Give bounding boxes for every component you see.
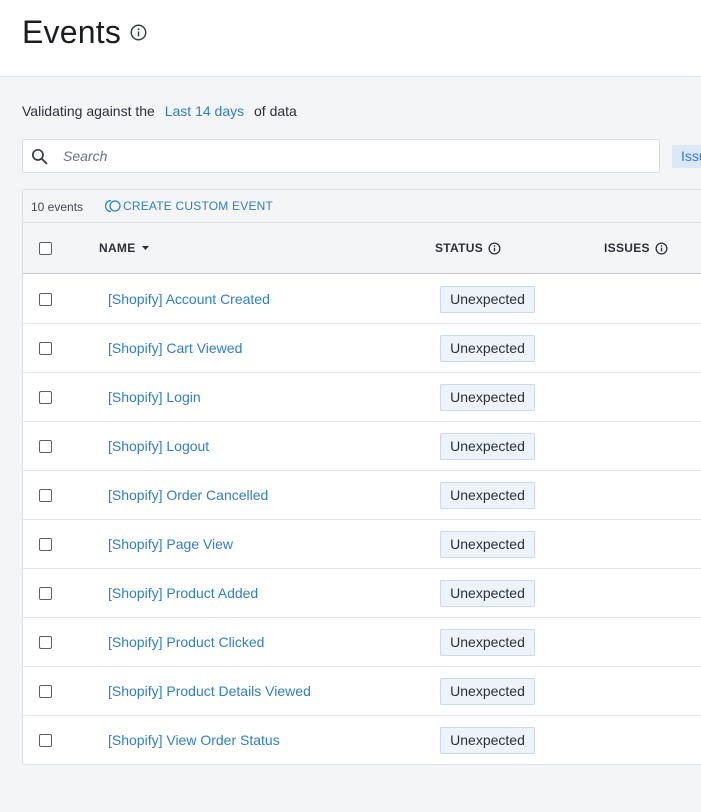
event-name-link[interactable]: [Shopify] Cart Viewed [108, 340, 242, 356]
select-all-checkbox[interactable] [39, 242, 52, 255]
event-name-link[interactable]: [Shopify] Account Created [108, 291, 270, 307]
table-row: [Shopify] Logout Unexpected [23, 422, 701, 471]
status-badge: Unexpected [440, 286, 535, 313]
status-badge: Unexpected [440, 580, 535, 607]
event-name-link[interactable]: [Shopify] Order Cancelled [108, 487, 268, 503]
event-name-link[interactable]: [Shopify] Product Details Viewed [108, 683, 311, 699]
table-header: NAME STATUS ISSUES [23, 223, 701, 274]
table-row: [Shopify] Product Added Unexpected [23, 569, 701, 618]
table-row: [Shopify] Login Unexpected [23, 373, 701, 422]
search-box[interactable] [22, 139, 660, 173]
page-title: Events [22, 14, 122, 50]
table-row: [Shopify] View Order Status Unexpected [23, 716, 701, 764]
search-input[interactable] [63, 140, 653, 172]
row-checkbox[interactable] [39, 734, 52, 747]
sort-down-icon [141, 246, 149, 250]
table-toolbar: 10 events CREATE CUSTOM EVENT [23, 190, 701, 223]
table-row: [Shopify] Product Details Viewed Unexpec… [23, 667, 701, 716]
table-row: [Shopify] Page View Unexpected [23, 520, 701, 569]
validation-prefix: Validating against the [22, 103, 155, 119]
table-row: [Shopify] Account Created Unexpected [23, 275, 701, 324]
event-name-link[interactable]: [Shopify] Page View [108, 536, 233, 552]
row-checkbox[interactable] [39, 685, 52, 698]
status-badge: Unexpected [440, 678, 535, 705]
event-count: 10 events [31, 200, 84, 214]
column-header-issues: ISSUES [604, 241, 668, 255]
date-range-link[interactable]: Last 14 days [165, 103, 244, 119]
row-checkbox[interactable] [39, 391, 52, 404]
validation-text: Validating against the Last 14 days of d… [22, 103, 297, 119]
table-row: [Shopify] Order Cancelled Unexpected [23, 471, 701, 520]
row-checkbox[interactable] [39, 587, 52, 600]
info-icon[interactable] [488, 241, 501, 255]
column-name-label: NAME [99, 241, 136, 255]
column-header-status: STATUS [435, 241, 501, 255]
status-badge: Unexpected [440, 727, 535, 754]
main-content: Validating against the Last 14 days of d… [0, 77, 701, 812]
row-checkbox[interactable] [39, 538, 52, 551]
row-checkbox[interactable] [39, 440, 52, 453]
row-checkbox[interactable] [39, 342, 52, 355]
status-badge: Unexpected [440, 335, 535, 362]
page-header: Events [0, 0, 701, 77]
status-badge: Unexpected [440, 482, 535, 509]
table-row: [Shopify] Cart Viewed Unexpected [23, 324, 701, 373]
row-checkbox[interactable] [39, 293, 52, 306]
status-badge: Unexpected [440, 531, 535, 558]
row-checkbox[interactable] [39, 636, 52, 649]
column-status-label: STATUS [435, 241, 484, 255]
row-checkbox[interactable] [39, 489, 52, 502]
event-name-link[interactable]: [Shopify] Login [108, 389, 201, 405]
create-custom-event-label: CREATE CUSTOM EVENT [123, 199, 274, 213]
status-badge: Unexpected [440, 629, 535, 656]
event-name-link[interactable]: [Shopify] Product Clicked [108, 634, 264, 650]
status-badge: Unexpected [440, 384, 535, 411]
info-icon[interactable] [655, 241, 668, 255]
issues-filter-chip[interactable]: Issu [672, 145, 701, 168]
info-icon[interactable] [130, 24, 147, 41]
event-name-link[interactable]: [Shopify] View Order Status [108, 732, 280, 748]
table-row: [Shopify] Product Clicked Unexpected [23, 618, 701, 667]
event-name-link[interactable]: [Shopify] Logout [108, 438, 209, 454]
event-name-link[interactable]: [Shopify] Product Added [108, 585, 258, 601]
validation-suffix: of data [254, 103, 297, 119]
events-table: 10 events CREATE CUSTOM EVENT NAME STATU… [22, 189, 701, 765]
status-badge: Unexpected [440, 433, 535, 460]
column-issues-label: ISSUES [604, 241, 650, 255]
column-header-name[interactable]: NAME [99, 241, 150, 255]
search-icon [31, 148, 48, 165]
create-custom-event-button[interactable]: CREATE CUSTOM EVENT [105, 198, 273, 214]
circle-plus-icon [105, 199, 121, 213]
